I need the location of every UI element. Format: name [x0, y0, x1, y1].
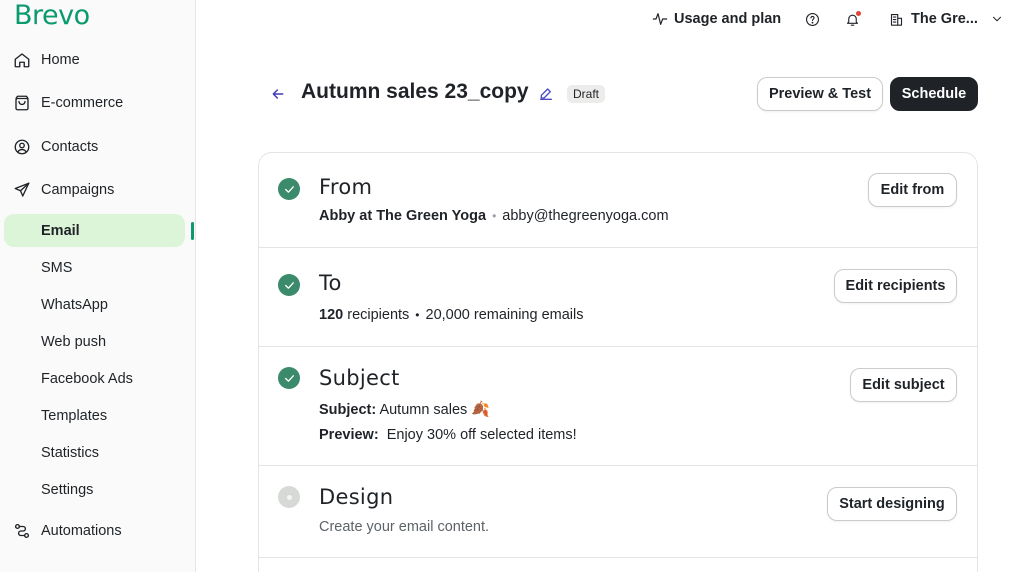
sidebar-sub-item-whatsapp[interactable]: WhatsApp	[41, 297, 108, 313]
brevo-logo[interactable]: Brevo	[14, 0, 90, 31]
section-title-subject: Subject	[319, 366, 400, 390]
divider	[258, 557, 978, 558]
sidebar-sub-item-label: Email	[41, 223, 80, 239]
sidebar-item-campaigns[interactable]: Campaigns	[12, 174, 114, 206]
recipients-count: 120	[319, 307, 344, 323]
edit-from-button[interactable]: Edit from	[868, 173, 957, 207]
page-title: Autumn sales 23_copy	[301, 80, 529, 103]
recipients-word: recipients	[347, 307, 410, 323]
sidebar-sub-item-sms[interactable]: SMS	[41, 260, 72, 276]
notifications-button[interactable]	[845, 10, 861, 28]
remaining-emails: 20,000 remaining emails	[425, 307, 584, 323]
usage-and-plan-label: Usage and plan	[674, 11, 782, 27]
chevron-down-icon	[992, 16, 1001, 22]
sender-name: Abby at The Green Yoga	[319, 208, 487, 224]
shopping-bag-icon	[12, 93, 32, 113]
fallen-leaf-emoji: 🍂	[471, 401, 490, 418]
sidebar-item-automations[interactable]: Automations	[12, 515, 122, 547]
section-title-design: Design	[319, 485, 394, 509]
usage-and-plan-button[interactable]: Usage and plan	[652, 10, 781, 28]
status-badge: Draft	[567, 85, 606, 103]
sidebar: Brevo Home E-commerce Contacts Campaigns…	[0, 0, 196, 572]
sender-email: abby@thegreenyoga.com	[502, 208, 669, 224]
preview-line: Preview: Enjoy 30% off selected items!	[319, 427, 577, 443]
help-button[interactable]	[805, 10, 820, 28]
sidebar-item-contacts[interactable]: Contacts	[12, 131, 98, 163]
subject-value: Autumn sales	[379, 402, 468, 418]
check-complete-icon	[278, 367, 300, 389]
sidebar-sub-item-web-push[interactable]: Web push	[41, 334, 106, 350]
edit-subject-button[interactable]: Edit subject	[850, 368, 957, 402]
divider	[258, 247, 978, 248]
pending-step-icon	[278, 486, 300, 508]
design-description: Create your email content.	[319, 519, 490, 535]
sidebar-item-ecommerce[interactable]: E-commerce	[12, 87, 123, 119]
sidebar-sub-item-email[interactable]	[4, 214, 185, 247]
sidebar-item-label: Automations	[41, 523, 122, 539]
edit-recipients-button[interactable]: Edit recipients	[834, 269, 957, 303]
sidebar-sub-item-statistics[interactable]: Statistics	[41, 445, 99, 461]
sidebar-sub-item-settings[interactable]: Settings	[41, 482, 93, 498]
divider	[258, 346, 978, 347]
building-icon	[890, 13, 903, 26]
sidebar-item-label: Campaigns	[41, 182, 115, 198]
from-details: Abby at The Green Yoga • abby@thegreenyoga…	[319, 208, 669, 224]
to-details: 120 recipients • 20,000 remaining emails	[319, 307, 584, 323]
home-icon	[12, 50, 32, 70]
activity-icon	[652, 13, 668, 25]
start-designing-button[interactable]: Start designing	[827, 487, 957, 521]
contacts-icon	[12, 137, 32, 157]
active-indicator	[191, 222, 194, 240]
schedule-button[interactable]: Schedule	[890, 77, 978, 111]
sidebar-sub-item-facebook-ads[interactable]: Facebook Ads	[41, 371, 133, 387]
preview-value: Enjoy 30% off selected items!	[386, 427, 577, 443]
account-name: The Gre...	[911, 11, 978, 27]
preview-test-button[interactable]: Preview & Test	[757, 77, 883, 111]
preview-label: Preview:	[319, 427, 379, 443]
help-icon	[806, 12, 819, 26]
sidebar-sub-item-templates[interactable]: Templates	[41, 408, 107, 424]
back-arrow-icon[interactable]	[270, 86, 286, 102]
check-complete-icon	[278, 178, 300, 200]
check-complete-icon	[278, 274, 300, 296]
edit-pencil-icon[interactable]	[538, 86, 554, 102]
account-switcher[interactable]: The Gre...	[889, 10, 1004, 28]
sidebar-item-label: Contacts	[41, 139, 99, 155]
sidebar-item-home[interactable]: Home	[12, 44, 80, 76]
subject-label: Subject:	[319, 402, 377, 418]
automations-icon	[12, 521, 32, 541]
sidebar-item-label: Home	[41, 52, 80, 68]
divider	[258, 465, 978, 466]
sidebar-item-label: E-commerce	[41, 95, 124, 111]
send-icon	[12, 180, 32, 200]
notification-dot	[856, 11, 861, 16]
subject-line: Subject: Autumn sales 🍂	[319, 400, 490, 418]
section-title-to: To	[319, 271, 342, 295]
section-title-from: From	[319, 175, 373, 199]
